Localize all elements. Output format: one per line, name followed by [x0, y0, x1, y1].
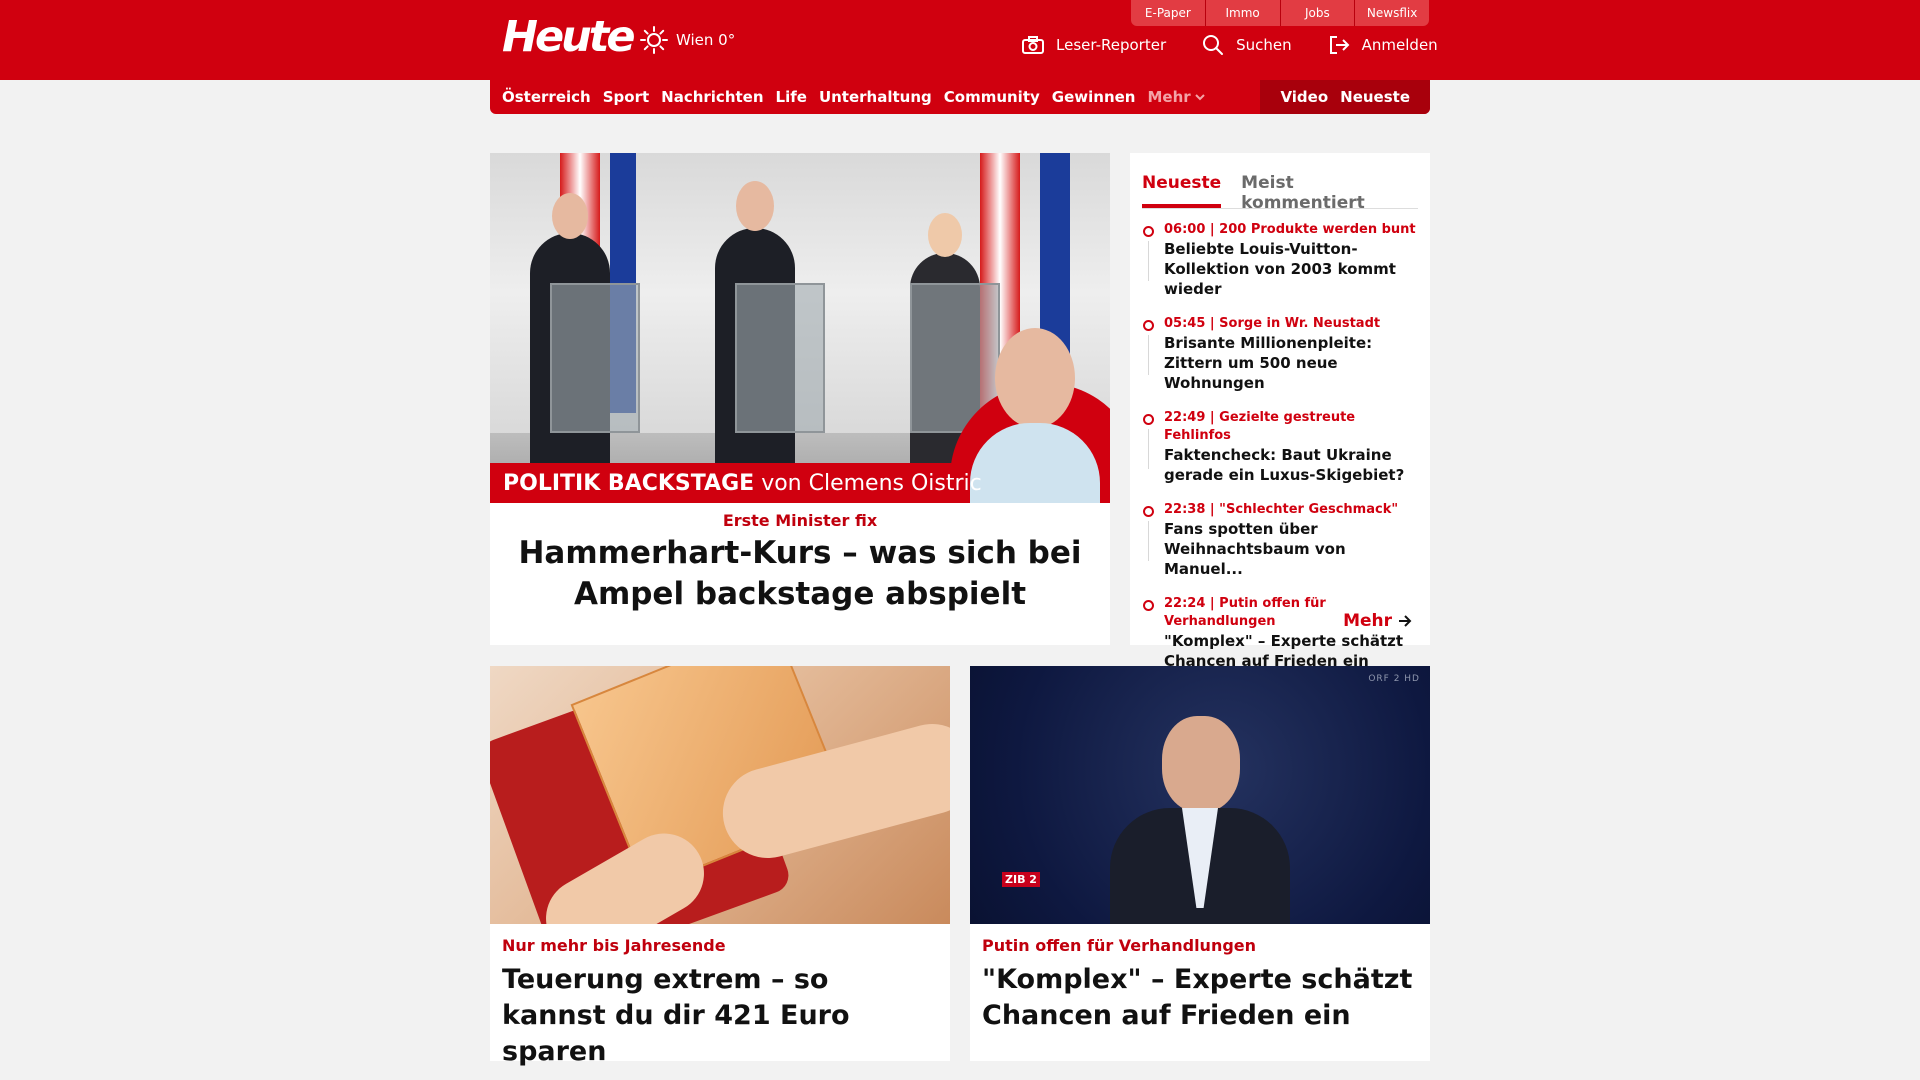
hero-banner-author: von Clemens Oistric [761, 470, 982, 496]
nav-item-life[interactable]: Life [776, 88, 807, 106]
hero-banner: POLITIK BACKSTAGE von Clemens Oistric [490, 463, 982, 503]
header-actions: Leser-Reporter Suchen Anmelden [1022, 34, 1438, 56]
nav-item-unterhaltung[interactable]: Unterhaltung [819, 88, 932, 106]
hero-kicker: Erste Minister fix [722, 511, 878, 530]
hero-article[interactable]: POLITIK BACKSTAGE von Clemens Oistric Er… [490, 153, 1110, 645]
article-card-komplex[interactable]: ZIB 2 ORF 2 HD Putin offen für Verhandlu… [970, 666, 1430, 1061]
timeline-dot-icon [1143, 600, 1154, 611]
list-item[interactable]: 22:24 | Putin offen für Verhandlungen "K… [1142, 595, 1418, 671]
news-title: Brisante Millionenpleite: Zittern um 500… [1164, 334, 1373, 392]
news-title: Faktencheck: Baut Ukraine gerade ein Lux… [1164, 446, 1405, 484]
timeline-dot-icon [1143, 320, 1154, 331]
top-tab-immo[interactable]: Immo [1204, 0, 1280, 26]
zib2-logo: ZIB 2 [1002, 872, 1040, 887]
search-label: Suchen [1236, 36, 1292, 54]
camera-icon [1022, 36, 1044, 54]
news-title: "Komplex" – Experte schätzt Chancen auf … [1164, 632, 1404, 670]
leser-reporter-label: Leser-Reporter [1056, 36, 1167, 54]
card-text: Putin offen für Verhandlungen "Komplex" … [970, 924, 1430, 1034]
weather-widget[interactable]: Wien 0° [640, 26, 735, 54]
nav-item-nachrichten[interactable]: Nachrichten [661, 88, 763, 106]
timeline-line [1148, 241, 1149, 281]
orf2-logo: ORF 2 HD [1368, 674, 1420, 684]
nav-item-community[interactable]: Community [944, 88, 1040, 106]
card-image-tv-interview: ZIB 2 ORF 2 HD [970, 666, 1430, 924]
news-meta: 06:00 | 200 Produkte werden bunt [1164, 222, 1416, 237]
nav-more-label: Mehr [1147, 88, 1191, 106]
list-item[interactable]: 05:45 | Sorge in Wr. Neustadt Brisante M… [1142, 315, 1418, 393]
news-meta: 22:38 | "Schlechter Geschmack" [1164, 502, 1399, 517]
card-kicker: Putin offen für Verhandlungen [982, 936, 1257, 955]
nav-item-gewinnen[interactable]: Gewinnen [1052, 88, 1136, 106]
list-item[interactable]: 22:38 | "Schlechter Geschmack" Fans spot… [1142, 501, 1418, 579]
hero-image: POLITIK BACKSTAGE von Clemens Oistric [490, 153, 1110, 503]
nav-right-group: Video Neueste [1260, 80, 1430, 114]
list-item[interactable]: 22:49 | Gezielte gestreute Fehlinfos Fak… [1142, 409, 1418, 485]
search-icon [1203, 35, 1224, 55]
nav-item-neueste[interactable]: Neueste [1340, 88, 1410, 106]
top-tabs: E-Paper Immo Jobs Newsflix [1131, 0, 1429, 26]
nav-item-oesterreich[interactable]: Österreich [502, 88, 591, 106]
sun-icon [640, 26, 668, 54]
list-item[interactable]: 06:00 | 200 Produkte werden bunt Beliebt… [1142, 221, 1418, 299]
login-button[interactable]: Anmelden [1328, 35, 1438, 55]
nav-item-video[interactable]: Video [1280, 88, 1328, 106]
news-title: Fans spotten über Weihnachtsbaum von Man… [1164, 520, 1346, 578]
card-headline[interactable]: "Komplex" – Experte schätzt Chancen auf … [982, 962, 1418, 1034]
tab-meist-kommentiert[interactable]: Meist kommentiert [1241, 163, 1398, 213]
login-label: Anmelden [1361, 36, 1438, 54]
nav-item-sport[interactable]: Sport [603, 88, 649, 106]
timeline-line [1148, 521, 1149, 561]
arrow-right-icon [1399, 615, 1412, 627]
top-tab-jobs[interactable]: Jobs [1279, 0, 1355, 26]
hero-text: Erste Minister fix Hammerhart-Kurs – was… [490, 503, 1110, 615]
main-nav: Österreich Sport Nachrichten Life Unterh… [490, 80, 1430, 114]
search-button[interactable]: Suchen [1202, 34, 1292, 56]
leser-reporter-button[interactable]: Leser-Reporter [1022, 36, 1166, 54]
sidebar-more-link[interactable]: Mehr [1343, 611, 1412, 631]
card-image-wallet [490, 666, 950, 924]
news-meta: 22:49 | Gezielte gestreute Fehlinfos [1164, 410, 1356, 443]
article-card-teuerung[interactable]: Nur mehr bis Jahresende Teuerung extrem … [490, 666, 950, 1067]
weather-text: Wien 0° [676, 31, 736, 49]
news-sidebar: Neueste Meist kommentiert 06:00 | 200 Pr… [1130, 153, 1430, 670]
top-tab-epaper[interactable]: E-Paper [1131, 0, 1205, 26]
tab-neueste[interactable]: Neueste [1142, 163, 1222, 208]
nav-more-dropdown[interactable]: Mehr [1147, 88, 1205, 106]
news-meta: 05:45 | Sorge in Wr. Neustadt [1164, 316, 1381, 331]
timeline-line [1148, 429, 1149, 469]
hero-headline[interactable]: Hammerhart-Kurs – was sich bei Ampel bac… [490, 533, 1110, 615]
login-icon [1329, 36, 1350, 54]
sidebar-tabs: Neueste Meist kommentiert [1142, 163, 1418, 213]
card-headline[interactable]: Teuerung extrem – so kannst du dir 421 E… [502, 962, 938, 1070]
site-logo[interactable]: Heute [502, 14, 635, 60]
chevron-down-icon [1194, 94, 1205, 101]
site-header: E-Paper Immo Jobs Newsflix Heute Wien 0°… [0, 0, 1920, 80]
timeline-line [1148, 335, 1149, 375]
card-kicker: Nur mehr bis Jahresende [502, 936, 726, 955]
card-text: Nur mehr bis Jahresende Teuerung extrem … [490, 924, 950, 1070]
hero-banner-bold: POLITIK BACKSTAGE [503, 470, 755, 496]
news-title: Beliebte Louis-Vuitton-Kollektion von 20… [1164, 240, 1396, 298]
timeline-dot-icon [1143, 226, 1154, 237]
sidebar-more-label: Mehr [1343, 611, 1392, 631]
timeline-dot-icon [1143, 414, 1154, 425]
timeline-dot-icon [1143, 506, 1154, 517]
top-tab-newsflix[interactable]: Newsflix [1354, 0, 1429, 26]
news-list: 06:00 | 200 Produkte werden bunt Beliebt… [1142, 221, 1418, 671]
